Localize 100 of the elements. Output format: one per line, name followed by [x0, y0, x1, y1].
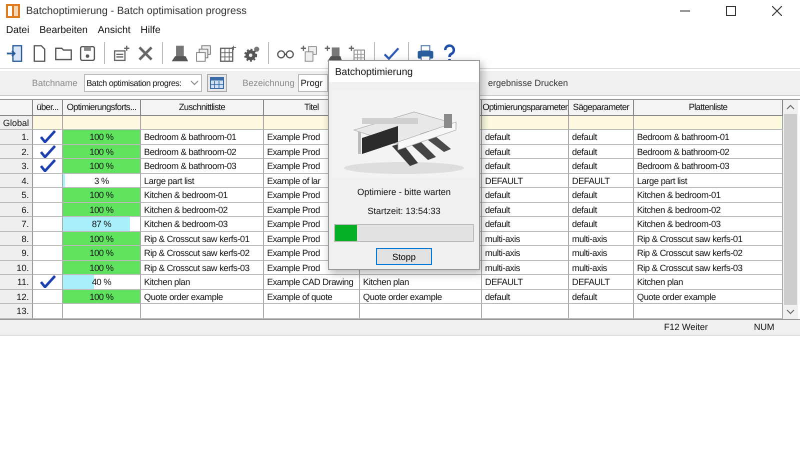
list-cell: Kitchen & bedroom-01: [141, 188, 264, 202]
list-cell: Bedroom & bathroom-01: [141, 130, 264, 144]
progress-percent: 3 %: [94, 174, 109, 188]
batchname-label: Batchname: [32, 78, 78, 88]
maximize-icon[interactable]: [726, 6, 736, 16]
saw-parameter-cell: multi-axis: [569, 232, 634, 246]
saw-parameter-cell: default: [569, 188, 634, 202]
checkmark-icon: [40, 130, 56, 144]
status-text: NUM: [754, 322, 774, 332]
calculator-icon[interactable]: [218, 44, 237, 62]
add-list-icon[interactable]: [112, 44, 131, 62]
progress-percent: 100 %: [89, 247, 114, 260]
row-number: 6.: [0, 202, 33, 217]
scroll-down-icon[interactable]: [786, 308, 795, 314]
chevron-down-icon: [190, 80, 199, 86]
progress-percent: 100 %: [89, 189, 114, 202]
saw-parameter-cell: default: [569, 290, 634, 304]
calendar-icon: [210, 77, 224, 89]
saw-parameter-cell: multi-axis: [569, 260, 634, 275]
row-number: 3.: [0, 159, 33, 174]
title-cell: Example CAD Drawing: [264, 275, 360, 290]
progress-percent: 100 %: [89, 131, 114, 144]
print-results-label: ergebnisse Drucken: [488, 78, 568, 88]
board-list-cell: Large part list: [634, 174, 783, 188]
board-list-cell: Rip & Crosscut saw kerfs-03: [634, 260, 783, 275]
progress-percent: 87 %: [92, 218, 112, 231]
dialog-title: Batchoptimierung: [329, 61, 479, 82]
status-text: F12 Weiter: [664, 322, 708, 332]
add-copy-icon[interactable]: [300, 44, 319, 62]
machine-icon[interactable]: [170, 44, 189, 62]
parameter-cell: default: [482, 159, 569, 174]
board-list-cell: Kitchen & bedroom-01: [634, 188, 783, 202]
scroll-up-icon[interactable]: [786, 104, 795, 110]
parameter-cell: default: [482, 188, 569, 202]
scrollbar-thumb[interactable]: [784, 114, 797, 304]
board-list-cell: Kitchen & bedroom-02: [634, 202, 783, 217]
list-cell: Bedroom & bathroom-02: [141, 144, 264, 159]
table-cell: Kitchen plan: [360, 275, 482, 290]
calendar-button[interactable]: [206, 74, 227, 92]
checkmark-icon: [40, 159, 56, 172]
close-icon[interactable]: [772, 6, 782, 16]
stop-button[interactable]: Stopp: [376, 248, 432, 265]
row-number: 13.: [0, 304, 33, 318]
progress-percent: 100 %: [89, 146, 114, 158]
row-number: 9.: [0, 246, 33, 260]
row-header: Global: [0, 116, 33, 130]
progress-percent: 100 %: [89, 204, 114, 216]
parameter-cell: DEFAULT: [482, 174, 569, 188]
list-cell: Kitchen & bedroom-03: [141, 217, 264, 232]
row-number: 4.: [0, 174, 33, 188]
parameter-cell: default: [482, 290, 569, 304]
progress-percent: 100 %: [89, 232, 114, 246]
menu-item[interactable]: Ansicht: [98, 24, 131, 36]
menu-item[interactable]: Bearbeiten: [39, 24, 88, 36]
table-cell: [569, 116, 634, 130]
list-cell: Quote order example: [141, 290, 264, 304]
list-cell: Kitchen plan: [141, 275, 264, 290]
gear-icon[interactable]: [242, 44, 261, 62]
parameter-cell: default: [482, 202, 569, 217]
parameter-cell: multi-axis: [482, 232, 569, 246]
row-number: 12.: [0, 290, 33, 304]
column-header[interactable]: Sägeparameter: [569, 100, 634, 116]
checkmark-icon: [40, 144, 56, 158]
row-number: 8.: [0, 232, 33, 246]
board-list-cell: Bedroom & bathroom-03: [634, 159, 783, 174]
parameter-cell: default: [482, 144, 569, 159]
bezeichnung-field[interactable]: Progr: [298, 74, 328, 92]
row-number: 11.: [0, 275, 33, 290]
board-list-cell: Quote order example: [634, 290, 783, 304]
row-number: 5.: [0, 188, 33, 202]
column-header[interactable]: über...: [33, 100, 63, 116]
save-icon[interactable]: [78, 44, 97, 62]
copy-icon[interactable]: [194, 44, 213, 62]
saw-parameter-cell: multi-axis: [569, 246, 634, 260]
batchname-dropdown[interactable]: Batch optimisation progres:: [84, 74, 202, 92]
add-machine-icon[interactable]: [324, 44, 343, 62]
window-title: Batchoptimierung - Batch optimisation progress: [26, 5, 247, 17]
progress-percent: 100 %: [89, 262, 114, 274]
board-list-cell: Bedroom & bathroom-02: [634, 144, 783, 159]
menu-item[interactable]: Datei: [6, 24, 30, 36]
list-cell: Rip & Crosscut saw kerfs-03: [141, 260, 264, 275]
column-header[interactable]: Plattenliste: [634, 100, 783, 116]
exit-door-icon[interactable]: [6, 44, 25, 62]
start-time: Startzeit: 13:54:33: [367, 206, 441, 216]
list-cell: Large part list: [141, 174, 264, 188]
menu-item[interactable]: Hilfe: [140, 24, 161, 36]
row-number: 2.: [0, 144, 33, 159]
progress-percent: 100 %: [89, 290, 114, 304]
column-header[interactable]: Optimierungsparameter: [482, 100, 569, 116]
parameter-cell: default: [482, 130, 569, 144]
progress-percent: 40 %: [92, 276, 112, 289]
saw-parameter-cell: default: [569, 217, 634, 232]
column-header[interactable]: Zuschnittliste: [141, 100, 264, 116]
saw-parameter-cell: default: [569, 159, 634, 174]
saw-parameter-cell: default: [569, 144, 634, 159]
delete-icon[interactable]: [136, 44, 155, 62]
status-message: Optimiere - bitte warten: [357, 187, 451, 197]
saw-parameter-cell: DEFAULT: [569, 275, 634, 290]
column-header[interactable]: Optimierungsforts...: [63, 100, 141, 116]
board-list-cell: Kitchen plan: [634, 275, 783, 290]
